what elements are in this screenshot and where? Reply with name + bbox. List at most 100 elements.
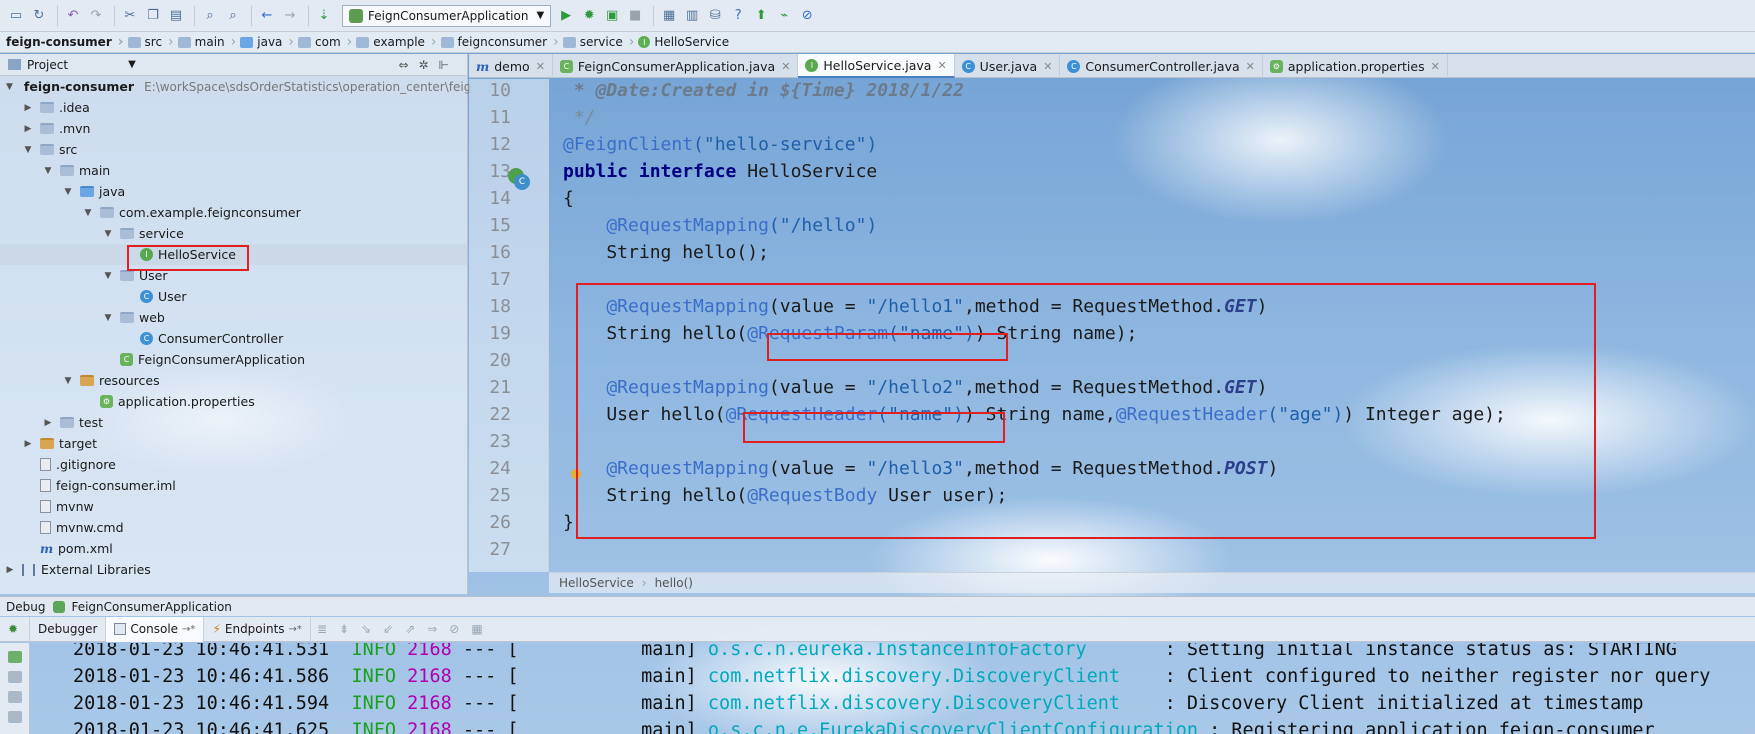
tree-item[interactable]: ▼ service	[0, 223, 467, 244]
tree-item[interactable]: ▼ resources	[0, 370, 467, 391]
undo-icon[interactable]: ↶	[63, 6, 83, 26]
breadcrumb-label: feignconsumer	[457, 35, 548, 49]
chevron-down-icon[interactable]: ▼	[62, 187, 74, 197]
stop-icon[interactable]	[8, 691, 22, 703]
project-panel-title[interactable]: Project	[27, 58, 68, 72]
redo-icon[interactable]: ↷	[86, 6, 106, 26]
tree-item[interactable]: ▶ .mvn	[0, 118, 467, 139]
tab-feign-consumer-application[interactable]: C FeignConsumerApplication.java ✕	[553, 54, 799, 78]
breadcrumb-folder[interactable]: java ›	[240, 34, 294, 50]
chevron-down-icon[interactable]: ▼	[42, 166, 54, 176]
chevron-right-icon[interactable]: ▶	[4, 565, 16, 575]
debug-configuration-tab[interactable]: FeignConsumerApplication	[71, 600, 231, 614]
debug-icon[interactable]: ✹	[579, 6, 599, 26]
tree-item[interactable]: ▼ main	[0, 160, 467, 181]
breadcrumb-folder[interactable]: main ›	[177, 34, 236, 50]
breadcrumb-module[interactable]: feign-consumer ›	[6, 34, 124, 50]
chevron-right-icon[interactable]: ▶	[22, 439, 34, 449]
replace-icon[interactable]: ⌕	[223, 6, 243, 26]
breadcrumb-class[interactable]: HelloService	[559, 576, 634, 590]
tab-console[interactable]: Console →*	[106, 616, 205, 642]
chevron-down-icon[interactable]: ▼	[6, 82, 13, 92]
tree-item[interactable]: C User	[0, 286, 467, 307]
project-structure-icon[interactable]: ▦	[659, 6, 679, 26]
build-icon[interactable]: ⇣	[314, 6, 334, 26]
breadcrumb-folder[interactable]: com ›	[298, 34, 352, 50]
tab-hello-service[interactable]: I HelloService.java ✕	[798, 54, 955, 78]
close-icon[interactable]: ⊘	[797, 6, 817, 26]
tree-item[interactable]: ▶ .idea	[0, 97, 467, 118]
coverage-icon[interactable]: ▣	[602, 6, 622, 26]
breadcrumb-folder[interactable]: service ›	[562, 34, 634, 50]
properties-file-icon: ⚙	[100, 395, 113, 408]
close-icon[interactable]: ✕	[536, 60, 545, 73]
tree-item[interactable]: ▼ java	[0, 181, 467, 202]
copy-icon[interactable]: ❐	[143, 6, 163, 26]
save-icon[interactable]: ▭	[6, 6, 26, 26]
tree-item[interactable]: C FeignConsumerApplication	[0, 349, 467, 370]
chevron-down-icon[interactable]: ▼	[62, 376, 74, 386]
chevron-right-icon[interactable]: ▶	[42, 418, 54, 428]
tree-item[interactable]: ▼ src	[0, 139, 467, 160]
close-icon[interactable]: ✕	[937, 59, 946, 72]
tab-demo[interactable]: m demo ✕	[469, 54, 553, 78]
cut-icon[interactable]: ✂	[120, 6, 140, 26]
tree-item[interactable]: ▼ web	[0, 307, 467, 328]
profile-icon[interactable]: ⌁	[774, 6, 794, 26]
tree-item[interactable]: ▼ com.example.feignconsumer	[0, 202, 467, 223]
tree-item[interactable]: ⚙ application.properties	[0, 391, 467, 412]
breadcrumb-file[interactable]: I HelloService	[638, 35, 729, 49]
find-icon[interactable]: ⌕	[200, 6, 220, 26]
close-icon[interactable]: ✕	[1246, 60, 1255, 73]
tree-item[interactable]: mvnw	[0, 496, 467, 517]
chevron-right-icon[interactable]: ▶	[22, 124, 34, 134]
tree-item[interactable]: ▶ External Libraries	[0, 559, 467, 580]
chevron-down-icon[interactable]: ▼	[102, 313, 114, 323]
tree-item[interactable]: m pom.xml	[0, 538, 467, 559]
tab-consumer-controller[interactable]: C ConsumerController.java ✕	[1060, 54, 1263, 78]
tab-user[interactable]: C User.java ✕	[955, 54, 1061, 78]
view-breakpoints-icon[interactable]	[8, 711, 22, 723]
stop-icon[interactable]: ■	[625, 6, 645, 26]
forward-icon[interactable]: →	[280, 6, 300, 26]
run-configuration-select[interactable]: FeignConsumerApplication ▼	[342, 4, 552, 27]
resume-icon[interactable]	[8, 651, 22, 663]
tree-item[interactable]: ▶ target	[0, 433, 467, 454]
chevron-down-icon[interactable]: ▼	[22, 145, 34, 155]
sync-icon[interactable]: ↻	[29, 6, 49, 26]
paste-icon[interactable]: ▤	[166, 6, 186, 26]
tree-item[interactable]: ▼ feign-consumer E:\workSpace\sdsOrderStat…	[0, 76, 471, 97]
breadcrumb-folder[interactable]: feignconsumer ›	[440, 34, 559, 50]
tab-debugger[interactable]: Debugger	[30, 616, 107, 642]
run-icon[interactable]: ▶	[556, 6, 576, 26]
close-icon[interactable]: ✕	[781, 60, 790, 73]
close-icon[interactable]: ✕	[1043, 60, 1052, 73]
back-icon[interactable]: ←	[257, 6, 277, 26]
breadcrumb-method[interactable]: hello()	[655, 576, 693, 590]
chevron-right-icon[interactable]: ▶	[22, 103, 34, 113]
tree-item[interactable]: mvnw.cmd	[0, 517, 467, 538]
tree-item[interactable]: ▶ test	[0, 412, 467, 433]
chevron-down-icon[interactable]: ▼	[102, 271, 114, 281]
tab-endpoints[interactable]: ⚡ Endpoints →*	[204, 616, 311, 642]
tab-application-properties[interactable]: ⚙ application.properties ✕	[1263, 54, 1448, 78]
breadcrumb-folder[interactable]: src ›	[127, 34, 174, 50]
chevron-down-icon[interactable]: ▼	[82, 208, 94, 218]
help-icon[interactable]: ?	[728, 6, 748, 26]
sdk-icon[interactable]: ▥	[682, 6, 702, 26]
breadcrumb-folder[interactable]: example ›	[356, 34, 437, 50]
pause-icon[interactable]	[8, 671, 22, 683]
panel-tools[interactable]: ⇔✲⊩	[398, 58, 459, 72]
log-pid: 2168	[407, 643, 452, 660]
chevron-down-icon[interactable]: ▼	[128, 59, 136, 70]
vcs-icon[interactable]: ⛁	[705, 6, 725, 26]
chevron-down-icon[interactable]: ▼	[102, 229, 114, 239]
tree-item[interactable]: feign-consumer.iml	[0, 475, 467, 496]
console-output[interactable]: 2018-01-23 10:46:41.531 INFO 2168 --- [ …	[31, 643, 1755, 734]
close-icon[interactable]: ✕	[1431, 60, 1440, 73]
update-icon[interactable]: ⬆	[751, 6, 771, 26]
debug-step-tools[interactable]: ≣⇟⇘⇙⇗⇒⊘▦	[317, 622, 495, 636]
tree-item[interactable]: .gitignore	[0, 454, 467, 475]
debug-icon[interactable]: ✹	[0, 616, 30, 642]
tree-item[interactable]: C ConsumerController	[0, 328, 467, 349]
